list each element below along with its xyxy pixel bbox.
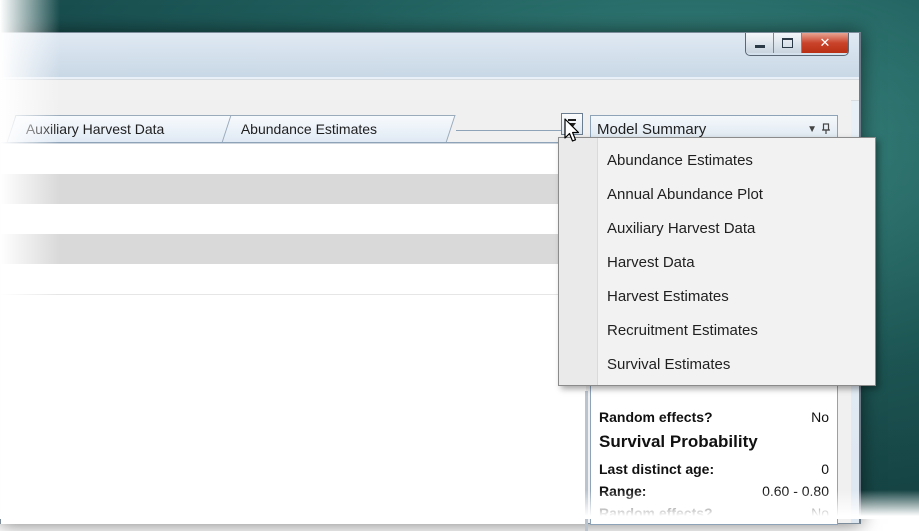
menu-item-annual-abundance-plot[interactable]: Annual Abundance Plot <box>607 178 763 212</box>
table-row <box>1 264 586 294</box>
menu-item-survival-estimates[interactable]: Survival Estimates <box>607 348 730 382</box>
menu-item-recruitment-estimates[interactable]: Recruitment Estimates <box>607 314 758 348</box>
summary-value: 0 <box>821 461 829 477</box>
summary-row: Random effects? No <box>599 502 829 524</box>
table-row <box>1 174 586 204</box>
summary-value: No <box>811 409 829 425</box>
menu-icon-gutter <box>559 138 598 385</box>
table-row <box>1 204 586 234</box>
maximize-button[interactable] <box>774 33 802 53</box>
summary-label: Random effects? <box>599 505 713 521</box>
summary-row: Random effects? No <box>599 406 829 428</box>
mouse-cursor-icon <box>564 118 580 142</box>
minimize-icon <box>754 44 765 48</box>
panel-title: Model Summary <box>597 121 707 138</box>
title-bar[interactable]: ✕ <box>1 33 859 77</box>
close-button[interactable]: ✕ <box>802 33 848 53</box>
section-title: Survival Probability <box>599 432 758 451</box>
menu-item-harvest-data[interactable]: Harvest Data <box>607 246 695 280</box>
caption-buttons: ✕ <box>745 33 849 56</box>
document-tabstrip: Auxiliary Harvest Data Abundance Estimat… <box>1 115 586 143</box>
minimize-button[interactable] <box>746 33 774 53</box>
tab-abundance-estimates[interactable]: Abundance Estimates <box>221 115 456 143</box>
tab-auxiliary-harvest-data[interactable]: Auxiliary Harvest Data <box>6 115 248 143</box>
model-summary-content: Random effects? No Survival Probability … <box>599 406 829 524</box>
document-content-area[interactable] <box>1 143 586 524</box>
table-row <box>1 234 586 264</box>
document-list-menu: Abundance Estimates Annual Abundance Plo… <box>558 137 876 386</box>
menu-item-harvest-estimates[interactable]: Harvest Estimates <box>607 280 729 314</box>
menu-bar <box>1 79 859 101</box>
summary-row: Last distinct age: 0 <box>599 458 829 480</box>
summary-value: No <box>811 505 829 521</box>
summary-value: 0.60 - 0.80 <box>762 483 829 499</box>
summary-row: Range: 0.60 - 0.80 <box>599 480 829 502</box>
tab-label: Auxiliary Harvest Data <box>25 121 165 137</box>
summary-label: Random effects? <box>599 409 713 425</box>
close-icon: ✕ <box>819 35 831 51</box>
summary-label: Last distinct age: <box>599 461 715 477</box>
summary-label: Range: <box>599 483 647 499</box>
table-row <box>1 294 586 325</box>
tab-label: Abundance Estimates <box>240 121 378 137</box>
tab-divider-line <box>456 130 566 131</box>
menu-item-auxiliary-harvest-data[interactable]: Auxiliary Harvest Data <box>607 212 755 246</box>
panel-splitter[interactable] <box>585 391 588 531</box>
table-row <box>1 144 586 174</box>
menu-item-abundance-estimates[interactable]: Abundance Estimates <box>607 144 753 178</box>
maximize-icon <box>782 38 793 48</box>
